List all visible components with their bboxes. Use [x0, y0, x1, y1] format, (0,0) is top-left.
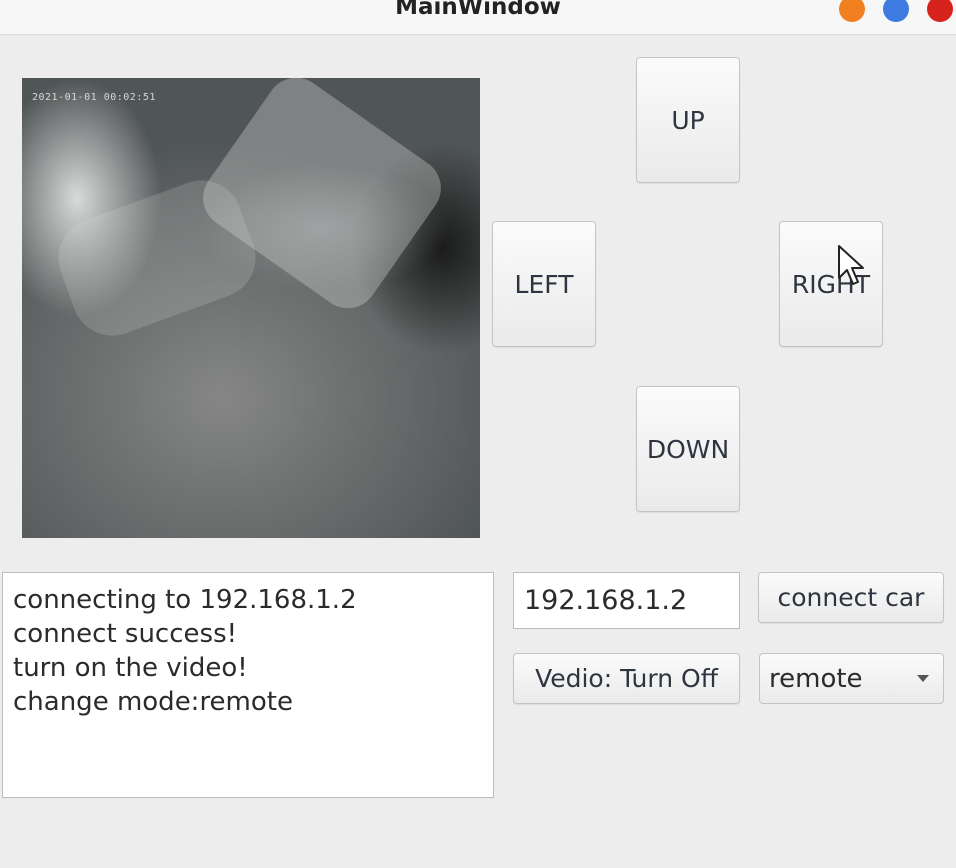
mouse-cursor-icon [838, 245, 864, 285]
video-timestamp: 2021-01-01 00:02:51 [32, 92, 156, 103]
connect-car-button[interactable]: connect car [758, 572, 944, 623]
video-feed: 2021-01-01 00:02:51 [22, 78, 480, 538]
right-button[interactable]: RIGHT [779, 221, 883, 347]
log-line: turn on the video! [13, 653, 248, 683]
log-line: connecting to 192.168.1.2 [13, 585, 357, 615]
chevron-down-icon [917, 675, 929, 682]
window-title: MainWindow [395, 0, 561, 20]
log-line: change mode:remote [13, 687, 293, 717]
title-bar: MainWindow [0, 0, 956, 35]
log-output: connecting to 192.168.1.2 connect succes… [2, 572, 494, 798]
mode-select[interactable]: remote [759, 653, 944, 704]
log-line: connect success! [13, 619, 238, 649]
video-toggle-button[interactable]: Vedio: Turn Off [513, 653, 740, 704]
mode-select-value: remote [769, 664, 863, 694]
ip-address-input[interactable] [513, 572, 740, 629]
up-button[interactable]: UP [636, 57, 740, 183]
down-button[interactable]: DOWN [636, 386, 740, 512]
left-button[interactable]: LEFT [492, 221, 596, 347]
